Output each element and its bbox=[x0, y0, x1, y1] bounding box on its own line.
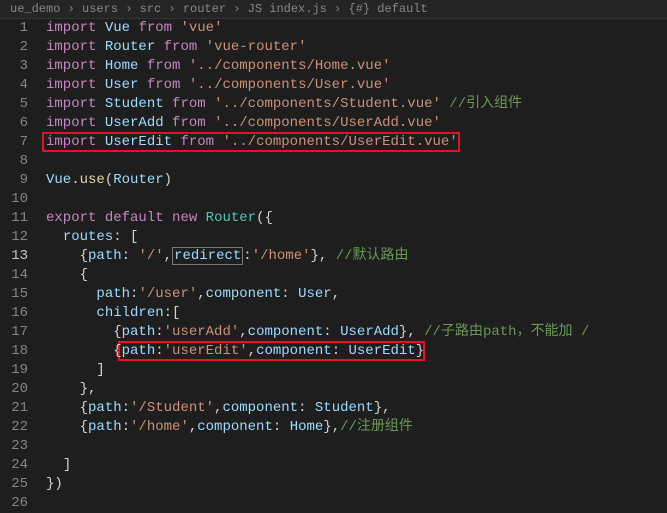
line-number: 6 bbox=[0, 114, 28, 133]
code-line: {path: '/',redirect:'/home'}, //默认路由 bbox=[42, 247, 667, 266]
line-number: 26 bbox=[0, 494, 28, 513]
code-line: {path:'userEdit',component: UserEdit} bbox=[42, 342, 667, 361]
line-number: 14 bbox=[0, 266, 28, 285]
code-line: import UserAdd from '../components/UserA… bbox=[42, 114, 667, 133]
line-number: 15 bbox=[0, 285, 28, 304]
line-number: 3 bbox=[0, 57, 28, 76]
code-line: {path:'/home',component: Home},//注册组件 bbox=[42, 418, 667, 437]
line-number: 8 bbox=[0, 152, 28, 171]
line-number: 5 bbox=[0, 95, 28, 114]
line-number: 21 bbox=[0, 399, 28, 418]
line-number: 11 bbox=[0, 209, 28, 228]
code-line: }, bbox=[42, 380, 667, 399]
code-line: ] bbox=[42, 456, 667, 475]
code-line: { bbox=[42, 266, 667, 285]
code-line: export default new Router({ bbox=[42, 209, 667, 228]
line-number: 20 bbox=[0, 380, 28, 399]
line-number: 12 bbox=[0, 228, 28, 247]
code-content[interactable]: import Vue from 'vue' import Router from… bbox=[42, 19, 667, 513]
line-number: 18 bbox=[0, 342, 28, 361]
line-number: 1 bbox=[0, 19, 28, 38]
line-number: 10 bbox=[0, 190, 28, 209]
line-number: 17 bbox=[0, 323, 28, 342]
line-number: 13 bbox=[0, 247, 28, 266]
code-line: path:'/user',component: User, bbox=[42, 285, 667, 304]
code-line: import Router from 'vue-router' bbox=[42, 38, 667, 57]
line-number-gutter: 1 2 3 4 5 6 7 8 9 10 11 12 13 14 15 16 1… bbox=[0, 19, 42, 513]
code-line: import UserEdit from '../components/User… bbox=[42, 133, 667, 152]
code-line bbox=[42, 437, 667, 456]
line-number: 22 bbox=[0, 418, 28, 437]
code-line: children:[ bbox=[42, 304, 667, 323]
line-number: 2 bbox=[0, 38, 28, 57]
code-line bbox=[42, 190, 667, 209]
code-editor[interactable]: 1 2 3 4 5 6 7 8 9 10 11 12 13 14 15 16 1… bbox=[0, 19, 667, 513]
line-number: 19 bbox=[0, 361, 28, 380]
code-line: Vue.use(Router) bbox=[42, 171, 667, 190]
line-number: 16 bbox=[0, 304, 28, 323]
code-line: routes: [ bbox=[42, 228, 667, 247]
code-line: {path:'/Student',component: Student}, bbox=[42, 399, 667, 418]
line-number: 9 bbox=[0, 171, 28, 190]
code-line: import Home from '../components/Home.vue… bbox=[42, 57, 667, 76]
code-line: }) bbox=[42, 475, 667, 494]
code-line: ] bbox=[42, 361, 667, 380]
line-number: 7 bbox=[0, 133, 28, 152]
code-line: {path:'userAdd',component: UserAdd}, //子… bbox=[42, 323, 667, 342]
code-line: import Student from '../components/Stude… bbox=[42, 95, 667, 114]
code-line bbox=[42, 152, 667, 171]
line-number: 24 bbox=[0, 456, 28, 475]
code-line: import Vue from 'vue' bbox=[42, 19, 667, 38]
line-number: 4 bbox=[0, 76, 28, 95]
code-line: import User from '../components/User.vue… bbox=[42, 76, 667, 95]
line-number: 25 bbox=[0, 475, 28, 494]
breadcrumb[interactable]: ue_demo › users › src › router › JS inde… bbox=[0, 0, 667, 19]
code-line bbox=[42, 494, 667, 513]
line-number: 23 bbox=[0, 437, 28, 456]
